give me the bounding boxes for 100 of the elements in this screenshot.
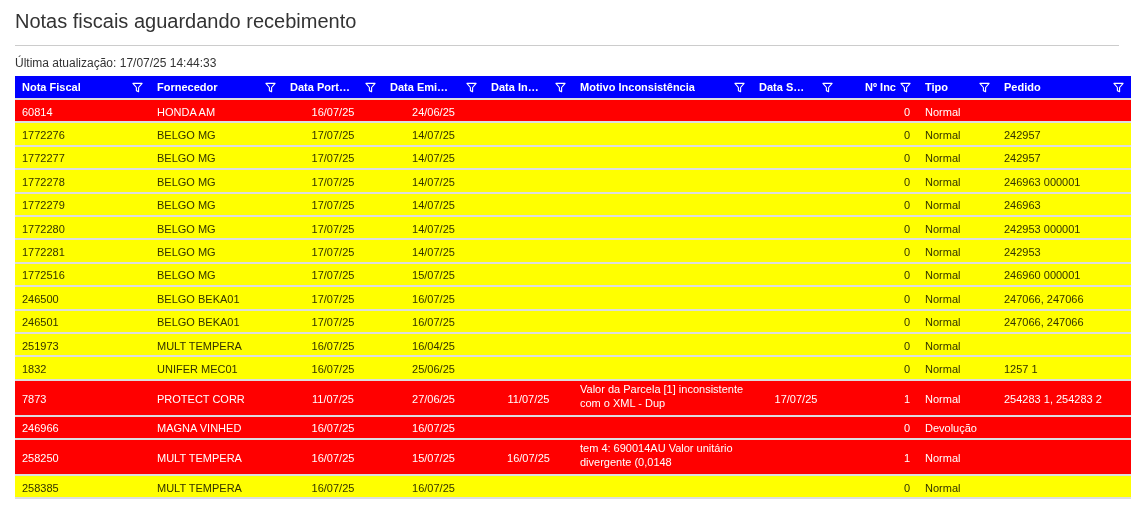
- count-cell: 0: [903, 316, 910, 329]
- count-cell: 0: [903, 199, 910, 212]
- supplier-name: BELGO MG: [157, 222, 216, 235]
- date-cell: 16/07/25: [507, 452, 550, 465]
- date-cell: 11/07/25: [507, 392, 550, 405]
- invoice-number: 246501: [22, 316, 59, 329]
- invoice-number: 1772280: [22, 222, 65, 235]
- table-row[interactable]: 1772278 BELGO MG 17/07/25 14/07/25 0 Normal 246963 000001: [15, 170, 1131, 194]
- invoice-number: 1772278: [22, 175, 65, 188]
- count-cell: 0: [903, 339, 910, 352]
- supplier-name: PROTECT CORR: [157, 392, 245, 405]
- date-cell: 16/07/25: [311, 339, 355, 352]
- page-title: Notas fiscais aguardando recebimento: [15, 9, 357, 34]
- table-row[interactable]: 1772280 BELGO MG 17/07/25 14/07/25 0 Normal 242953 000001: [15, 216, 1131, 241]
- column-header[interactable]: Data In…: [491, 78, 539, 96]
- date-cell: 14/07/25: [412, 129, 455, 142]
- date-cell: 14/07/25: [412, 152, 455, 165]
- count-cell: 0: [903, 222, 910, 235]
- date-cell: 14/07/25: [412, 222, 455, 235]
- table-row[interactable]: 1772516 BELGO MG 17/07/25 15/07/25 0 Normal 246960 000001: [15, 263, 1131, 288]
- column-header[interactable]: Nota Fiscal: [22, 78, 81, 96]
- filter-icon[interactable]: [265, 81, 276, 93]
- order-cell: 242953 000001: [1004, 222, 1081, 235]
- date-cell: 14/07/25: [412, 175, 455, 188]
- count-cell: 0: [903, 422, 910, 435]
- supplier-name: BELGO MG: [157, 175, 216, 188]
- table-row[interactable]: 258385 MULT TEMPERA 16/07/25 16/07/25 0 Normal: [15, 476, 1131, 500]
- invoice-number: 1832: [22, 363, 47, 375]
- type-cell: Normal: [925, 129, 961, 142]
- count-cell: 0: [903, 129, 910, 142]
- date-cell: 17/07/25: [774, 392, 818, 405]
- filter-icon[interactable]: [365, 81, 376, 93]
- order-cell: 242953: [1004, 246, 1041, 259]
- invoice-number: 60814: [22, 105, 53, 118]
- last-update-text: Última atualização: 17/07/25 14:44:33: [15, 56, 217, 70]
- column-header[interactable]: Tipo: [925, 78, 948, 96]
- count-cell: 0: [903, 481, 910, 494]
- date-cell: 14/07/25: [412, 199, 455, 212]
- order-cell: 246963 000001: [1004, 175, 1081, 188]
- table-row[interactable]: 246500 BELGO BEKA01 17/07/25 16/07/25 0 Normal 247066, 247066: [15, 287, 1131, 311]
- column-header[interactable]: Data Port…: [290, 78, 350, 96]
- table-row[interactable]: 258250 MULT TEMPERA 16/07/25 15/07/25 16/07/25 tem 4: 690014AU Valor unitário divergente (0,0148 1 Normal: [15, 440, 1131, 477]
- type-cell: Devolução: [925, 422, 977, 435]
- filter-icon[interactable]: [734, 81, 745, 93]
- type-cell: Normal: [925, 222, 961, 235]
- table-row[interactable]: 251973 MULT TEMPERA 16/07/25 16/04/25 0 Normal: [15, 333, 1131, 358]
- type-cell: Normal: [925, 481, 961, 494]
- filter-icon[interactable]: [466, 81, 477, 93]
- table-row[interactable]: 246966 MAGNA VINHED 16/07/25 16/07/25 0 Devolução: [15, 416, 1131, 441]
- invoice-number: 1772516: [22, 269, 65, 282]
- filter-icon[interactable]: [132, 81, 143, 93]
- table-row[interactable]: 246501 BELGO BEKA01 17/07/25 16/07/25 0 Normal 247066, 247066: [15, 310, 1131, 334]
- date-cell: 17/07/25: [311, 292, 355, 305]
- table-row[interactable]: 1832 UNIFER MEC01 16/07/25 25/06/25 0 Normal 1257 1: [15, 357, 1131, 381]
- table-row[interactable]: 1772279 BELGO MG 17/07/25 14/07/25 0 Normal 246963: [15, 193, 1131, 217]
- column-header[interactable]: Fornecedor: [157, 78, 218, 96]
- type-cell: Normal: [925, 175, 961, 188]
- filter-icon[interactable]: [822, 81, 833, 93]
- column-header[interactable]: Motivo Inconsistência: [580, 78, 695, 96]
- supplier-name: MULT TEMPERA: [157, 481, 242, 494]
- invoice-number: 7873: [22, 392, 47, 405]
- type-cell: Normal: [925, 316, 961, 329]
- supplier-name: HONDA AM: [157, 105, 216, 118]
- table-row[interactable]: 1772277 BELGO MG 17/07/25 14/07/25 0 Normal 242957: [15, 146, 1131, 171]
- type-cell: Normal: [925, 105, 961, 118]
- date-cell: 16/07/25: [412, 422, 455, 435]
- column-header[interactable]: Data Emi…: [390, 78, 449, 96]
- type-cell: Normal: [925, 363, 961, 375]
- date-cell: 16/07/25: [311, 422, 355, 435]
- table-row[interactable]: 7873 PROTECT CORR 11/07/25 27/06/25 11/07/25 Valor da Parcela [1] inconsistente com o XML - Dup 17/07/25 1 Normal 254283 1, 254283 2: [15, 380, 1131, 417]
- order-cell: 246963: [1004, 199, 1041, 212]
- reason-text: tem 4: 690014AU Valor unitário divergente (0,0148: [580, 441, 734, 470]
- date-cell: 17/07/25: [311, 269, 355, 282]
- supplier-name: BELGO BEKA01: [157, 316, 240, 329]
- count-cell: 0: [903, 292, 910, 305]
- type-cell: Normal: [925, 292, 961, 305]
- supplier-name: MULT TEMPERA: [157, 452, 242, 465]
- table-row[interactable]: 1772276 BELGO MG 17/07/25 14/07/25 0 Normal 242957: [15, 123, 1131, 147]
- order-cell: 1257 1: [1004, 363, 1038, 375]
- invoice-number: 1772279: [22, 199, 65, 212]
- type-cell: Normal: [925, 269, 961, 282]
- date-cell: 14/07/25: [412, 246, 455, 259]
- column-header[interactable]: Nº Inc: [865, 78, 896, 96]
- date-cell: 16/07/25: [412, 292, 455, 305]
- count-cell: 1: [903, 452, 910, 465]
- table-row[interactable]: 60814 HONDA AM 16/07/25 24/06/25 0 Normal: [15, 100, 1131, 124]
- filter-icon[interactable]: [979, 81, 990, 93]
- supplier-name: BELGO MG: [157, 269, 216, 282]
- column-header[interactable]: Pedido: [1004, 78, 1041, 96]
- filter-icon[interactable]: [900, 81, 911, 93]
- filter-icon[interactable]: [555, 81, 566, 93]
- order-cell: 254283 1, 254283 2: [1004, 392, 1102, 405]
- order-cell: 242957: [1004, 129, 1041, 142]
- date-cell: 17/07/25: [311, 246, 355, 259]
- table-row[interactable]: 1772281 BELGO MG 17/07/25 14/07/25 0 Normal 242953: [15, 240, 1131, 264]
- date-cell: 25/06/25: [412, 363, 455, 375]
- column-header[interactable]: Data S…: [759, 78, 805, 96]
- filter-icon[interactable]: [1113, 81, 1124, 93]
- supplier-name: BELGO MG: [157, 129, 216, 142]
- date-cell: 16/07/25: [412, 481, 455, 494]
